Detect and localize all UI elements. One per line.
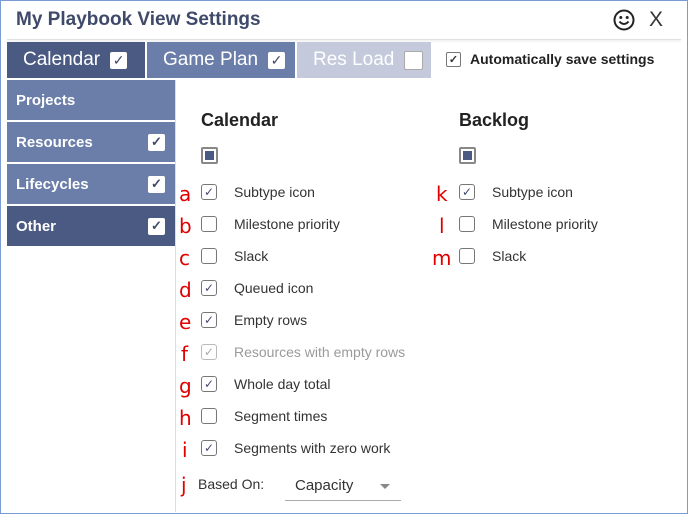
checkbox[interactable] — [201, 408, 217, 424]
check-icon: ✓ — [151, 176, 162, 191]
checkbox[interactable] — [459, 216, 475, 232]
checkbox[interactable]: ✓ — [201, 440, 217, 456]
sidebar-item-other[interactable]: Other ✓ — [7, 206, 175, 246]
tab-label: Game Plan — [163, 49, 259, 70]
annotation-letter: m — [432, 246, 452, 270]
check-icon: ✓ — [203, 313, 215, 327]
check-icon: ✓ — [203, 185, 215, 199]
check-icon: ✓ — [112, 51, 125, 68]
option-label: Segment times — [234, 408, 328, 424]
based-on-label: Based On: — [198, 476, 265, 492]
check-icon: ✓ — [270, 51, 283, 68]
tab-calendar[interactable]: Calendar ✓ — [7, 42, 145, 78]
check-icon: ✓ — [203, 281, 215, 295]
sidebar-item-projects[interactable]: Projects — [7, 80, 175, 120]
tab-label: Calendar — [23, 49, 101, 70]
annotation-letter: e — [179, 310, 192, 334]
annotation-letter: c — [179, 246, 190, 270]
sidebar-item-resources[interactable]: Resources ✓ — [7, 122, 175, 162]
calendar-option-segment-times[interactable]: Segment times — [201, 406, 327, 426]
annotation-letter: a — [179, 182, 192, 206]
calendar-option-milestone-priority[interactable]: Milestone priority — [201, 214, 340, 234]
checkbox[interactable]: ✓ — [201, 376, 217, 392]
sidebar-item-lifecycles[interactable]: Lifecycles ✓ — [7, 164, 175, 204]
based-on-select[interactable]: Capacity — [285, 471, 401, 501]
backlog-option-slack[interactable]: Slack — [459, 246, 526, 266]
calendar-heading: Calendar — [201, 110, 279, 130]
checkbox[interactable]: ✓ — [201, 280, 217, 296]
check-icon: ✓ — [203, 377, 215, 391]
calendar-option-subtype-icon[interactable]: ✓ Subtype icon — [201, 182, 315, 202]
annotation-letter: l — [439, 214, 445, 238]
checkbox: ✓ — [201, 344, 217, 360]
option-label: Slack — [234, 248, 269, 264]
dropdown-arrow-icon — [380, 484, 390, 489]
annotation-letter: i — [182, 438, 188, 462]
tab-res-load[interactable]: Res Load — [297, 42, 431, 78]
dialog-title: My Playbook View Settings — [16, 9, 261, 30]
close-button[interactable]: X — [649, 8, 663, 32]
autosave-label: Automatically save settings — [470, 51, 655, 67]
calendar-option-whole-day-total[interactable]: ✓ Whole day total — [201, 374, 331, 394]
annotation-letter: b — [179, 214, 192, 238]
title-divider — [7, 39, 681, 40]
sidebar-other-checkbox[interactable]: ✓ — [148, 217, 165, 235]
check-icon: ✓ — [203, 345, 215, 359]
calendar-select-all-checkbox[interactable] — [201, 147, 218, 164]
option-label: Subtype icon — [492, 184, 573, 200]
annotation-letter: j — [181, 473, 187, 497]
autosave-checkbox[interactable]: ✓ — [446, 51, 461, 67]
annotation-letter: h — [179, 406, 192, 430]
backlog-select-all-checkbox[interactable] — [459, 147, 476, 164]
option-label: Queued icon — [234, 280, 314, 296]
annotation-letter: f — [181, 342, 189, 366]
based-on-value: Capacity — [295, 477, 354, 494]
calendar-option-queued-icon[interactable]: ✓ Queued icon — [201, 278, 313, 298]
backlog-heading: Backlog — [459, 110, 530, 130]
autosave-option[interactable]: ✓ Automatically save settings — [446, 51, 654, 67]
option-label: Slack — [492, 248, 527, 264]
tab-game-plan-checkbox[interactable]: ✓ — [268, 51, 286, 69]
checkbox[interactable]: ✓ — [201, 312, 217, 328]
sidebar-item-label: Lifecycles — [16, 175, 89, 193]
calendar-option-slack[interactable]: Slack — [201, 246, 268, 266]
content-divider — [175, 80, 176, 512]
option-label: Milestone priority — [492, 216, 598, 232]
tab-calendar-checkbox[interactable]: ✓ — [110, 51, 128, 69]
calendar-option-segments-with-zero-work[interactable]: ✓ Segments with zero work — [201, 438, 390, 458]
check-icon: ✓ — [461, 185, 473, 199]
check-icon: ✓ — [448, 53, 459, 66]
tab-label: Res Load — [313, 49, 395, 70]
sidebar-item-label: Resources — [16, 133, 93, 151]
sidebar-item-label: Other — [16, 217, 57, 235]
checkbox[interactable]: ✓ — [201, 184, 217, 200]
calendar-option-resources-with-empty-rows: ✓ Resources with empty rows — [201, 342, 405, 362]
annotation-letter: k — [436, 182, 448, 206]
option-label: Segments with zero work — [234, 440, 391, 456]
option-label: Empty rows — [234, 312, 308, 328]
annotation-letter: d — [179, 278, 192, 302]
annotation-letter: g — [179, 374, 192, 398]
settings-dialog: My Playbook View Settings X Calendar ✓ G… — [0, 0, 688, 514]
check-icon: ✓ — [151, 218, 162, 233]
backlog-option-milestone-priority[interactable]: Milestone priority — [459, 214, 598, 234]
sidebar-item-label: Projects — [16, 91, 76, 109]
option-label: Subtype icon — [234, 184, 315, 200]
option-label: Whole day total — [234, 376, 331, 392]
check-icon: ✓ — [203, 441, 215, 455]
check-icon: ✓ — [151, 134, 162, 149]
tab-game-plan[interactable]: Game Plan ✓ — [147, 42, 295, 78]
checkbox[interactable]: ✓ — [459, 184, 475, 200]
checkbox[interactable] — [201, 248, 217, 264]
sidebar-resources-checkbox[interactable]: ✓ — [148, 133, 165, 151]
tab-res-load-checkbox[interactable] — [404, 50, 424, 70]
option-label: Milestone priority — [234, 216, 340, 232]
calendar-option-empty-rows[interactable]: ✓ Empty rows — [201, 310, 307, 330]
backlog-option-subtype-icon[interactable]: ✓ Subtype icon — [459, 182, 573, 202]
option-label: Resources with empty rows — [234, 344, 406, 360]
smiley-icon[interactable] — [613, 9, 635, 31]
checkbox[interactable] — [201, 216, 217, 232]
sidebar-lifecycles-checkbox[interactable]: ✓ — [148, 175, 165, 193]
checkbox[interactable] — [459, 248, 475, 264]
